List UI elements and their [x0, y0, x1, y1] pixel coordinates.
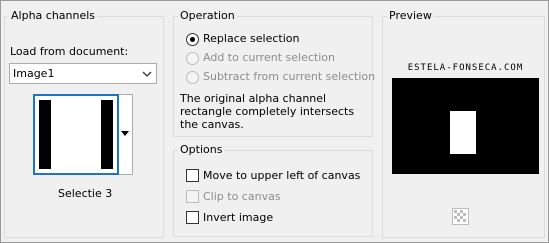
thumbnail-dropdown-button[interactable]: [119, 94, 133, 175]
watermark-text: ESTELA-FONSECA.COM: [407, 63, 524, 73]
alpha-channels-title: Alpha channels: [9, 9, 98, 23]
preview-selection-rect: [450, 111, 476, 154]
subtract-selection-label[interactable]: Subtract from current selection: [203, 70, 375, 83]
thumbnail-left-bar: [39, 100, 51, 169]
preview-canvas: [392, 78, 539, 174]
add-to-selection-radio[interactable]: [186, 52, 199, 65]
thumbnail-right-bar: [101, 100, 113, 169]
alpha-channel-thumbnail[interactable]: [33, 94, 119, 175]
subtract-selection-radio[interactable]: [186, 71, 199, 84]
load-from-document-label: Load from document:: [10, 45, 129, 58]
invert-image-label[interactable]: Invert image: [203, 211, 273, 224]
radio-selected-dot: [190, 37, 195, 42]
operation-description: The original alpha channel rectangle com…: [180, 92, 355, 131]
operation-title: Operation: [178, 9, 237, 23]
replace-selection-radio[interactable]: [186, 33, 199, 46]
triangle-down-icon: [121, 131, 129, 136]
thumbnail-image: [39, 100, 113, 169]
selection-name-label: Selectie 3: [58, 187, 113, 200]
options-title: Options: [178, 143, 225, 157]
document-dropdown[interactable]: Image1: [9, 63, 157, 84]
chevron-down-icon: [142, 71, 152, 77]
invert-image-checkbox[interactable]: [186, 211, 199, 224]
move-upper-left-checkbox[interactable]: [186, 169, 199, 182]
replace-selection-label[interactable]: Replace selection: [203, 32, 299, 45]
add-to-selection-label[interactable]: Add to current selection: [203, 51, 335, 64]
clip-to-canvas-checkbox[interactable]: [186, 190, 199, 203]
preview-title: Preview: [387, 9, 434, 23]
move-upper-left-label[interactable]: Move to upper left of canvas: [203, 169, 360, 182]
document-dropdown-value: Image1: [13, 67, 55, 80]
clip-to-canvas-label[interactable]: Clip to canvas: [203, 190, 281, 203]
navigate-checker-icon[interactable]: [452, 208, 469, 225]
